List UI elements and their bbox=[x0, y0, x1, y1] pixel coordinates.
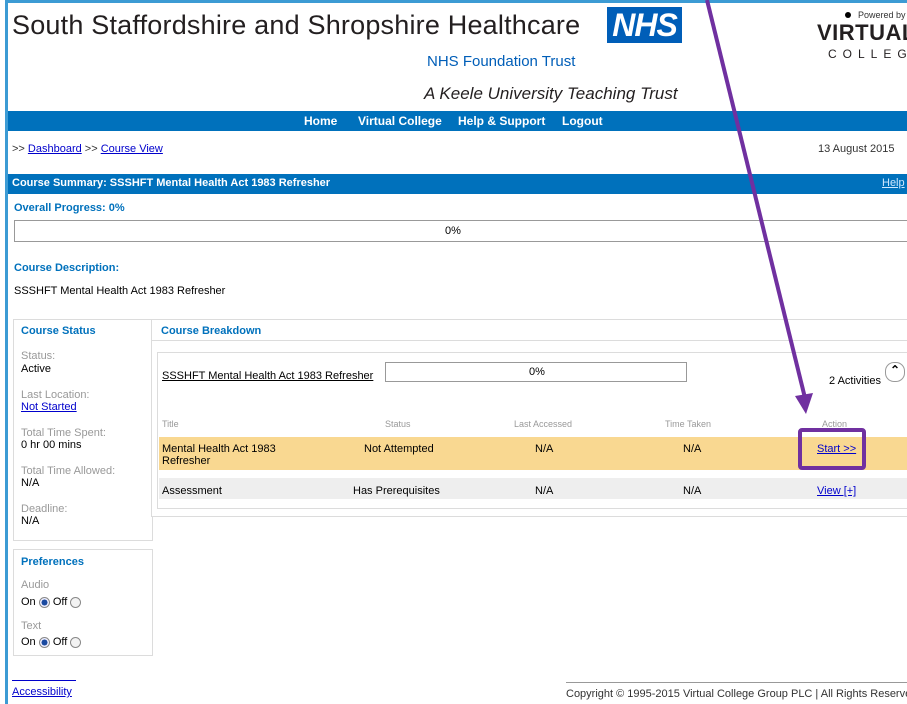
annotation-arrow-icon bbox=[705, 0, 813, 414]
copyright-text: Copyright © 1995-2015 Virtual College Gr… bbox=[566, 688, 907, 700]
accessibility-link[interactable]: Accessibility bbox=[12, 686, 72, 698]
page: South Staffordshire and Shropshire Healt… bbox=[0, 0, 907, 704]
footer-rule bbox=[566, 682, 907, 683]
accessibility-rule bbox=[12, 680, 76, 681]
annotation-highlight-box bbox=[798, 428, 866, 470]
